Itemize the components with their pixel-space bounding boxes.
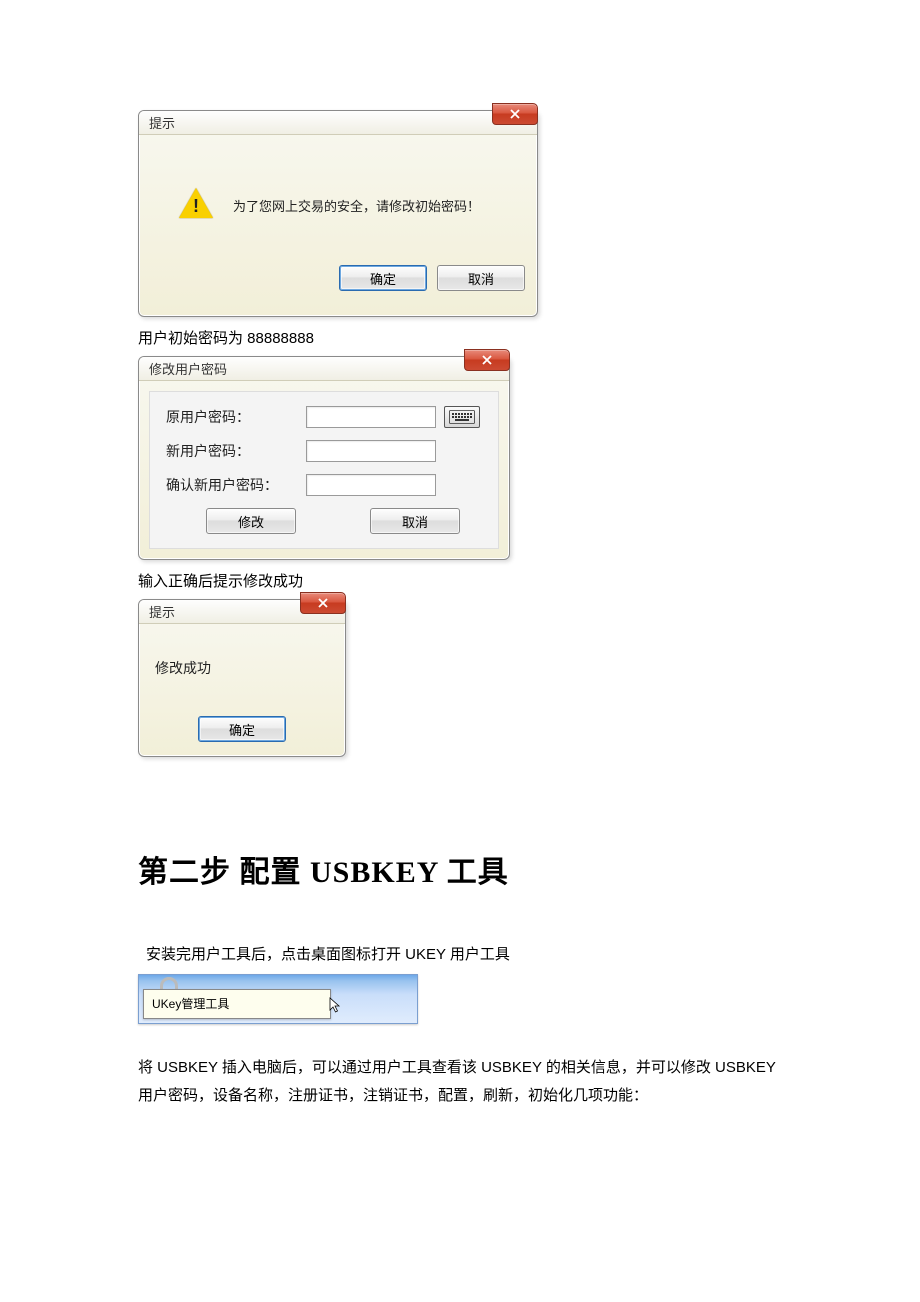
ukey-tool-icon[interactable]: UKey管理工具 [138,974,418,1024]
close-button[interactable] [464,349,510,371]
dialog-message: 修改成功 [139,624,345,708]
paragraph-usage: 将 USBKEY 插入电脑后，可以通过用户工具查看该 USBKEY 的相关信息，… [138,1054,782,1111]
form-row-old: 原用户密码： [166,404,488,430]
confirm-password-input[interactable] [306,474,436,496]
success-dialog: 提示 修改成功 确定 [138,599,346,757]
label-old-password: 原用户密码： [166,407,306,427]
change-password-dialog: 修改用户密码 原用户密码： 新用户密码： 确认新用户密码： [138,356,510,560]
cancel-button[interactable]: 取消 [370,508,460,534]
titlebar: 修改用户密码 [139,357,509,381]
dialog-message: 为了您网上交易的安全，请修改初始密码！ [233,196,480,215]
warning-icon [179,188,213,222]
new-password-input[interactable] [306,440,436,462]
caption-initial-password: 用户初始密码为 88888888 [138,327,782,348]
close-icon [482,355,492,365]
dialog-title: 提示 [149,113,175,132]
alert-dialog-tip: 提示 为了您网上交易的安全，请修改初始密码！ 确定 取消 [138,110,538,317]
modify-button[interactable]: 修改 [206,508,296,534]
ok-button[interactable]: 确定 [198,716,286,742]
keyboard-icon [449,410,475,424]
form-row-new: 新用户密码： [166,438,488,464]
step-heading: 第二步 配置 USBKEY 工具 [138,847,782,891]
titlebar: 提示 [139,600,345,624]
label-confirm-password: 确认新用户密码： [166,475,306,495]
close-icon [510,109,520,119]
cursor-icon [329,997,343,1015]
paragraph-install: 安装完用户工具后，点击桌面图标打开 UKEY 用户工具 [146,941,782,970]
form-body: 原用户密码： 新用户密码： 确认新用户密码： 修改 取消 [149,391,499,549]
form-row-confirm: 确认新用户密码： [166,472,488,498]
old-password-input[interactable] [306,406,436,428]
button-row: 修改 取消 [166,506,488,536]
label-new-password: 新用户密码： [166,441,306,461]
close-button[interactable] [492,103,538,125]
dialog-title: 修改用户密码 [149,359,227,378]
close-icon [318,598,328,608]
cancel-button[interactable]: 取消 [437,265,525,291]
dialog-title: 提示 [149,602,175,621]
dialog-body: 为了您网上交易的安全，请修改初始密码！ [139,135,537,255]
button-row: 确定 [139,708,345,756]
tooltip-label: UKey管理工具 [143,989,331,1019]
button-row: 确定 取消 [139,255,537,303]
virtual-keyboard-button[interactable] [444,406,480,428]
close-button[interactable] [300,592,346,614]
ok-button[interactable]: 确定 [339,265,427,291]
caption-success: 输入正确后提示修改成功 [138,570,782,591]
titlebar: 提示 [139,111,537,135]
